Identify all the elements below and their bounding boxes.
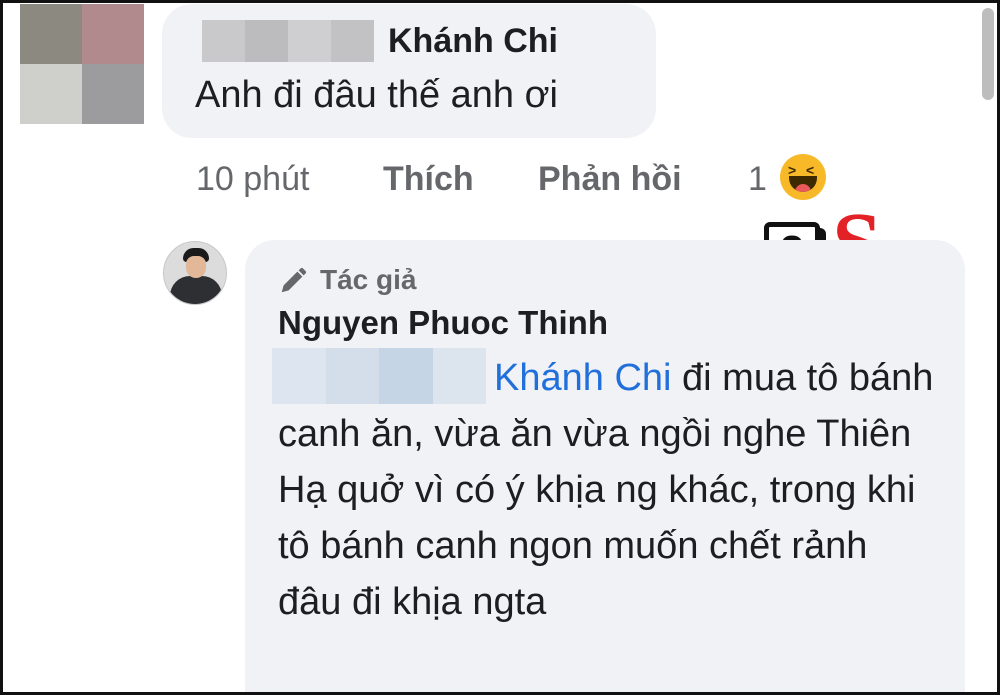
comment-timestamp[interactable]: 10 phút (196, 160, 309, 199)
commenter-avatar-blurred[interactable] (20, 4, 144, 124)
like-button[interactable]: Thích (383, 160, 474, 199)
haha-emoji-icon[interactable]: > < (780, 154, 826, 200)
blur-pixel (20, 64, 82, 124)
name-blur-redaction (202, 20, 374, 62)
mention-link[interactable]: Khánh Chi (494, 357, 671, 399)
comment-author-name[interactable]: Khánh Chi (388, 22, 558, 61)
comment-text: Anh đi đâu thế anh ơi (195, 74, 558, 116)
reply-author-avatar[interactable] (163, 241, 227, 305)
author-badge-label: Tác giả (320, 264, 417, 295)
reply-text: Khánh Chi đi mua tô bánh canh ăn, vừa ăn… (278, 350, 938, 630)
blur-pixel (82, 4, 144, 64)
reaction-count[interactable]: 1 (748, 160, 767, 199)
reply-button[interactable]: Phản hồi (538, 160, 682, 199)
blur-pixel (82, 64, 144, 124)
reply-author-name[interactable]: Nguyen Phuoc Thinh (278, 304, 608, 342)
pencil-icon (281, 267, 307, 293)
blur-pixel (20, 4, 82, 64)
scrollbar[interactable] (982, 8, 994, 100)
